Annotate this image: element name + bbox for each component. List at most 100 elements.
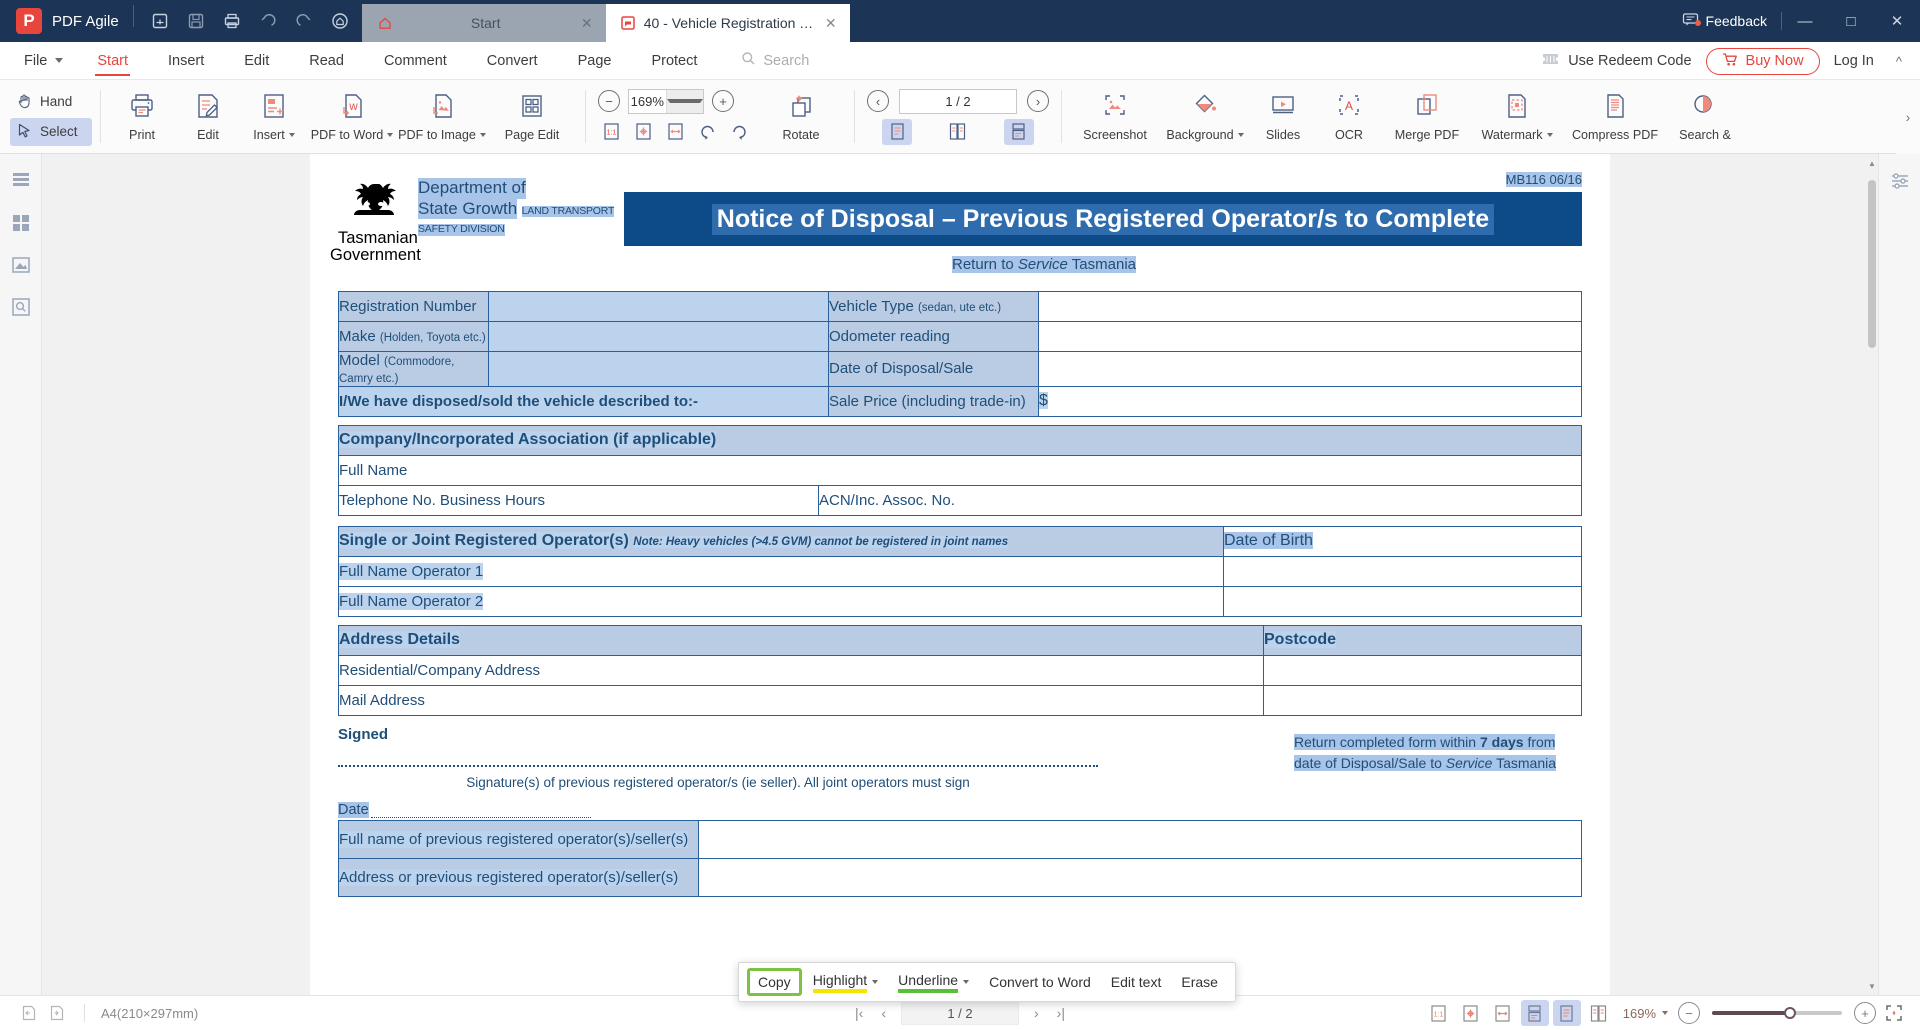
undo-icon[interactable] bbox=[252, 5, 284, 37]
edit-button[interactable]: Edit bbox=[175, 80, 241, 153]
date-of-disposal-field[interactable] bbox=[1038, 350, 1582, 387]
annotations-panel-icon[interactable] bbox=[6, 250, 36, 280]
menu-item-edit[interactable]: Edit bbox=[224, 42, 289, 80]
edit-text-button[interactable]: Edit text bbox=[1102, 970, 1171, 994]
thumbnails-panel-icon[interactable] bbox=[6, 208, 36, 238]
chevron-up-icon[interactable]: ^ bbox=[1888, 54, 1910, 69]
merge-pdf-button[interactable]: Merge PDF bbox=[1382, 80, 1472, 153]
fit-width-icon[interactable] bbox=[662, 119, 688, 145]
select-tool-button[interactable]: Select bbox=[10, 117, 92, 146]
menu-item-insert[interactable]: Insert bbox=[148, 42, 224, 80]
ribbon-overflow-button[interactable]: › bbox=[1896, 80, 1920, 154]
operator-1-dob-field[interactable] bbox=[1223, 555, 1582, 587]
tab-vehicle-registration[interactable]: 40 - Vehicle Registration Tra... ✕ bbox=[605, 4, 850, 42]
print-icon[interactable] bbox=[216, 5, 248, 37]
open-file-icon[interactable] bbox=[144, 5, 176, 37]
residential-postcode-field[interactable] bbox=[1263, 654, 1582, 686]
previous-page-thumb-icon[interactable] bbox=[18, 1002, 40, 1024]
redo-icon[interactable] bbox=[288, 5, 320, 37]
seller-address-field[interactable] bbox=[698, 857, 1582, 897]
make-field[interactable] bbox=[488, 320, 829, 352]
scroll-down-arrow-icon[interactable]: ▼ bbox=[1866, 979, 1878, 993]
save-icon[interactable] bbox=[180, 5, 212, 37]
close-icon[interactable]: ✕ bbox=[822, 14, 840, 32]
page-number-display[interactable]: 1 / 2 bbox=[901, 1001, 1019, 1025]
page-number-input[interactable]: 1 / 2 bbox=[899, 88, 1017, 114]
home-circle-icon[interactable] bbox=[324, 5, 356, 37]
two-page-view-button[interactable] bbox=[943, 119, 973, 145]
mail-address-row[interactable]: Mail Address bbox=[338, 684, 1264, 716]
operator-2-row[interactable]: Full Name Operator 2 bbox=[338, 585, 1224, 617]
rotate-button[interactable]: Rotate bbox=[756, 91, 846, 142]
document-viewport[interactable]: Tasmanian Government Department of State… bbox=[42, 154, 1878, 995]
page-edit-button[interactable]: Page Edit bbox=[487, 80, 577, 153]
screenshot-button[interactable]: Screenshot bbox=[1070, 80, 1160, 153]
underline-button[interactable]: Underline bbox=[889, 968, 978, 997]
single-page-view-button[interactable] bbox=[882, 118, 913, 145]
zoom-level-select[interactable]: 169% bbox=[628, 88, 704, 114]
zoom-in-button[interactable]: + bbox=[712, 90, 734, 112]
scrollbar-thumb[interactable] bbox=[1868, 180, 1876, 348]
menu-item-comment[interactable]: Comment bbox=[364, 42, 467, 80]
acn-row[interactable]: ACN/Inc. Assoc. No. bbox=[818, 484, 1582, 516]
ocr-button[interactable]: A OCR bbox=[1316, 80, 1382, 153]
chevron-down-icon[interactable] bbox=[963, 980, 970, 984]
menu-item-protect[interactable]: Protect bbox=[631, 42, 717, 80]
continuous-scroll-button[interactable] bbox=[1003, 118, 1034, 145]
fullscreen-icon[interactable] bbox=[1880, 1000, 1908, 1026]
highlight-button[interactable]: Highlight bbox=[804, 968, 887, 997]
operator-2-dob-field[interactable] bbox=[1223, 585, 1582, 617]
two-page-view-button[interactable] bbox=[1585, 1000, 1613, 1026]
erase-button[interactable]: Erase bbox=[1172, 970, 1227, 994]
menu-item-read[interactable]: Read bbox=[289, 42, 364, 80]
continuous-scroll-button[interactable] bbox=[1520, 1000, 1549, 1026]
menu-item-page[interactable]: Page bbox=[558, 42, 632, 80]
search-panel-icon[interactable] bbox=[6, 292, 36, 322]
menu-item-start[interactable]: Start bbox=[77, 42, 148, 80]
menu-item-file[interactable]: File bbox=[0, 42, 77, 80]
vehicle-type-field[interactable] bbox=[1038, 290, 1582, 322]
zoom-out-button[interactable]: − bbox=[598, 90, 620, 112]
next-page-button[interactable]: › bbox=[1027, 90, 1049, 112]
actual-size-icon[interactable]: 1:1 bbox=[1425, 1000, 1453, 1026]
zoom-out-button[interactable]: − bbox=[1678, 1002, 1700, 1024]
close-button[interactable]: ✕ bbox=[1874, 0, 1920, 42]
fit-page-icon[interactable] bbox=[1457, 1000, 1485, 1026]
buy-now-button[interactable]: Buy Now bbox=[1705, 47, 1820, 75]
first-page-button[interactable]: |‹ bbox=[852, 1005, 866, 1021]
convert-to-word-button[interactable]: Convert to Word bbox=[980, 970, 1100, 994]
pdf-to-word-button[interactable]: W PDF to Word bbox=[307, 80, 397, 153]
fit-page-icon[interactable] bbox=[630, 119, 656, 145]
feedback-button[interactable]: Feedback bbox=[1668, 11, 1781, 31]
slides-button[interactable]: Slides bbox=[1250, 80, 1316, 153]
next-page-thumb-icon[interactable] bbox=[46, 1002, 68, 1024]
rotate-left-icon[interactable] bbox=[694, 119, 720, 145]
last-page-button[interactable]: ›| bbox=[1054, 1005, 1068, 1021]
search-and-replace-button[interactable]: Search & bbox=[1668, 80, 1742, 153]
registration-number-field[interactable] bbox=[488, 290, 829, 322]
previous-page-button[interactable]: ‹ bbox=[878, 1005, 889, 1021]
pdf-to-image-button[interactable]: PDF to Image bbox=[397, 80, 487, 153]
tab-start[interactable]: Start ✕ bbox=[361, 4, 606, 42]
use-redeem-code-button[interactable]: Use Redeem Code bbox=[1541, 52, 1692, 71]
rotate-right-icon[interactable] bbox=[726, 119, 752, 145]
maximize-button[interactable]: □ bbox=[1828, 0, 1874, 42]
chevron-down-icon[interactable] bbox=[872, 980, 879, 984]
menu-item-convert[interactable]: Convert bbox=[467, 42, 558, 80]
zoom-in-button[interactable]: + bbox=[1854, 1002, 1876, 1024]
hand-tool-button[interactable]: Hand bbox=[10, 88, 92, 116]
next-page-button[interactable]: › bbox=[1031, 1005, 1042, 1021]
residential-address-row[interactable]: Residential/Company Address bbox=[338, 654, 1264, 686]
model-field[interactable] bbox=[488, 350, 829, 387]
properties-panel-icon[interactable] bbox=[1885, 166, 1915, 196]
insert-button[interactable]: Insert bbox=[241, 80, 307, 153]
outline-panel-icon[interactable] bbox=[6, 166, 36, 196]
single-page-view-button[interactable] bbox=[1552, 1000, 1581, 1026]
operator-1-row[interactable]: Full Name Operator 1 bbox=[338, 555, 1224, 587]
previous-page-button[interactable]: ‹ bbox=[867, 90, 889, 112]
odometer-field[interactable] bbox=[1038, 320, 1582, 352]
zoom-level-dropdown[interactable]: 169% bbox=[1623, 1006, 1668, 1021]
actual-size-icon[interactable]: 1:1 bbox=[598, 119, 624, 145]
fit-width-icon[interactable] bbox=[1489, 1000, 1517, 1026]
scroll-up-arrow-icon[interactable]: ▲ bbox=[1866, 156, 1878, 170]
